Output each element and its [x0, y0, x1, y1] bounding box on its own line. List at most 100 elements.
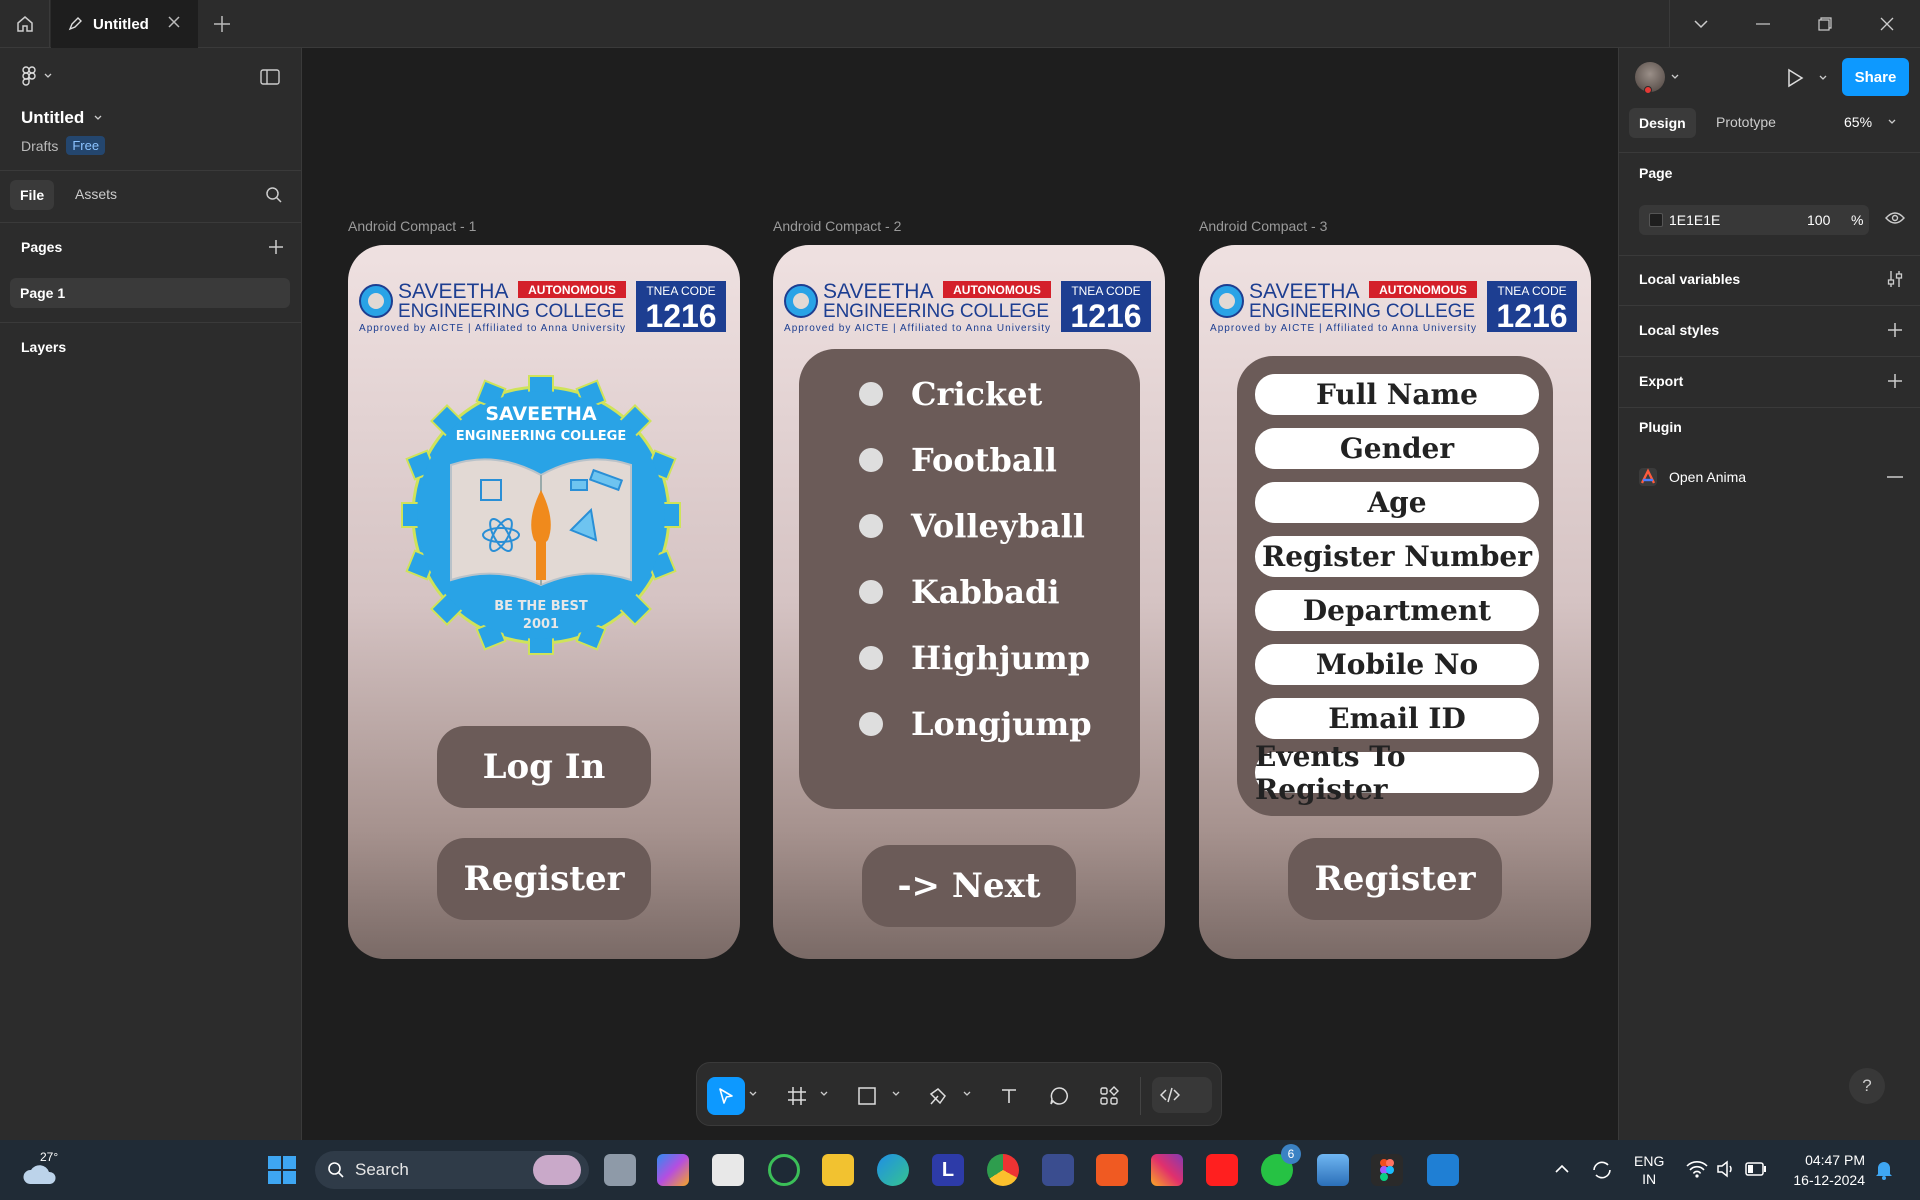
battery-icon[interactable]	[1745, 1162, 1767, 1176]
tabs-dropdown-button[interactable]	[1670, 0, 1732, 48]
tab-assets[interactable]: Assets	[75, 186, 117, 202]
chevron-down-icon[interactable]	[820, 1091, 828, 1097]
share-button[interactable]: Share	[1842, 58, 1909, 96]
vscode-icon[interactable]	[1427, 1154, 1459, 1186]
copilot-icon[interactable]	[657, 1154, 689, 1186]
taskbar-search[interactable]: Search	[315, 1151, 589, 1189]
edge-icon[interactable]	[877, 1154, 909, 1186]
email-id-field[interactable]: Email ID	[1255, 698, 1539, 739]
chevron-down-icon[interactable]	[749, 1091, 757, 1097]
brave-icon[interactable]	[1096, 1154, 1128, 1186]
notification-bell-icon[interactable]	[1875, 1160, 1893, 1180]
department-field[interactable]: Department	[1255, 590, 1539, 631]
l-app-icon[interactable]: L	[932, 1154, 964, 1186]
local-variables-label[interactable]: Local variables	[1639, 271, 1740, 287]
full-name-field[interactable]: Full Name	[1255, 374, 1539, 415]
eye-icon[interactable]	[1885, 211, 1905, 225]
store-icon[interactable]	[712, 1154, 744, 1186]
mobile-no-field[interactable]: Mobile No	[1255, 644, 1539, 685]
pen-tool[interactable]	[919, 1077, 957, 1115]
page-color-field[interactable]: 1E1E1E 100 %	[1639, 205, 1869, 235]
chevron-down-icon[interactable]	[1819, 75, 1827, 81]
chevron-down-icon[interactable]	[892, 1091, 900, 1097]
remove-plugin-icon[interactable]	[1887, 476, 1903, 478]
actions-tool[interactable]	[1090, 1077, 1128, 1115]
close-window-button[interactable]	[1856, 0, 1918, 48]
gender-field[interactable]: Gender	[1255, 428, 1539, 469]
comment-tool[interactable]	[1040, 1077, 1078, 1115]
present-icon[interactable]	[1786, 68, 1804, 88]
register-button[interactable]: Register	[1288, 838, 1502, 920]
file-name-menu[interactable]: Untitled	[21, 108, 102, 128]
clock[interactable]: 04:47 PM 16-12-2024	[1780, 1150, 1865, 1190]
plugin-name[interactable]: Open Anima	[1669, 469, 1746, 485]
youtube-icon[interactable]	[1206, 1154, 1238, 1186]
task-view-icon[interactable]	[604, 1154, 636, 1186]
dev-mode-toggle[interactable]	[1152, 1077, 1212, 1113]
text-tool[interactable]	[990, 1077, 1028, 1115]
login-button[interactable]: Log In	[437, 726, 651, 808]
add-export-icon[interactable]	[1887, 373, 1903, 389]
frame-android-compact-2[interactable]: SAVEETHA AUTONOMOUS ENGINEERING COLLEGE App…	[773, 245, 1165, 959]
tab-design[interactable]: Design	[1629, 108, 1696, 138]
list-item[interactable]: Longjump	[859, 705, 1092, 743]
shape-tool[interactable]	[848, 1077, 886, 1115]
add-page-icon[interactable]	[268, 239, 284, 255]
frame-label[interactable]: Android Compact - 3	[1199, 218, 1327, 234]
list-item[interactable]: Cricket	[859, 375, 1042, 413]
page-opacity-value[interactable]: 100	[1807, 212, 1830, 228]
divider	[1140, 1077, 1141, 1115]
age-field[interactable]: Age	[1255, 482, 1539, 523]
whatsapp-icon[interactable]: 6	[1261, 1144, 1301, 1186]
list-item[interactable]: Volleyball	[859, 507, 1085, 545]
zoom-menu[interactable]: 65%	[1844, 114, 1896, 130]
list-item[interactable]: Kabbadi	[859, 573, 1060, 611]
sync-icon[interactable]	[1590, 1158, 1614, 1182]
frame-android-compact-1[interactable]: SAVEETHA AUTONOMOUS ENGINEERING COLLEGE App…	[348, 245, 740, 959]
events-to-register-field[interactable]: Events To Register	[1255, 740, 1539, 806]
home-button[interactable]	[0, 0, 50, 48]
minimize-button[interactable]	[1732, 0, 1794, 48]
register-button[interactable]: Register	[437, 838, 651, 920]
close-tab-icon[interactable]	[166, 14, 182, 30]
next-button[interactable]: -> Next	[862, 845, 1076, 927]
new-tab-icon[interactable]	[210, 12, 234, 36]
figma-icon[interactable]	[1371, 1154, 1403, 1186]
page-color-hex[interactable]: 1E1E1E	[1669, 212, 1720, 228]
user-avatar-menu[interactable]	[1635, 62, 1679, 94]
app-icon-green[interactable]	[768, 1154, 800, 1186]
list-item[interactable]: Highjump	[859, 639, 1090, 677]
search-icon[interactable]	[265, 186, 283, 204]
volume-icon[interactable]	[1716, 1160, 1736, 1178]
drafts-label[interactable]: Drafts	[21, 138, 58, 154]
wifi-icon[interactable]	[1686, 1160, 1708, 1178]
add-style-icon[interactable]	[1887, 322, 1903, 338]
frame-android-compact-3[interactable]: SAVEETHA AUTONOMOUS ENGINEERING COLLEGE App…	[1199, 245, 1591, 959]
instagram-icon[interactable]	[1151, 1154, 1183, 1186]
chevron-down-icon[interactable]	[963, 1091, 971, 1097]
toggle-sidebar-icon[interactable]	[260, 69, 280, 85]
file-tab[interactable]: Untitled	[51, 0, 198, 48]
tab-prototype[interactable]: Prototype	[1716, 114, 1776, 130]
restore-button[interactable]	[1794, 0, 1856, 48]
start-button[interactable]	[266, 1154, 298, 1186]
frame-tool[interactable]	[778, 1077, 816, 1115]
move-tool[interactable]	[707, 1077, 745, 1115]
list-item[interactable]: Football	[859, 441, 1057, 479]
color-swatch[interactable]	[1649, 213, 1663, 227]
frame-label[interactable]: Android Compact - 1	[348, 218, 476, 234]
chrome-icon[interactable]	[987, 1154, 1019, 1186]
variables-settings-icon[interactable]	[1887, 270, 1903, 288]
frame-label[interactable]: Android Compact - 2	[773, 218, 901, 234]
app-icon-blue[interactable]	[1042, 1154, 1074, 1186]
weather-widget[interactable]: 27°	[22, 1150, 62, 1188]
main-menu-button[interactable]	[20, 66, 52, 86]
page-item-page-1[interactable]: Page 1	[10, 278, 290, 308]
tab-file[interactable]: File	[10, 180, 55, 210]
file-explorer-icon[interactable]	[822, 1154, 854, 1186]
chevron-up-icon[interactable]	[1554, 1164, 1570, 1174]
language-indicator[interactable]: ENG IN	[1634, 1152, 1664, 1188]
help-button[interactable]: ?	[1849, 1068, 1885, 1104]
register-number-field[interactable]: Register Number	[1255, 536, 1539, 577]
photos-icon[interactable]	[1317, 1154, 1349, 1186]
